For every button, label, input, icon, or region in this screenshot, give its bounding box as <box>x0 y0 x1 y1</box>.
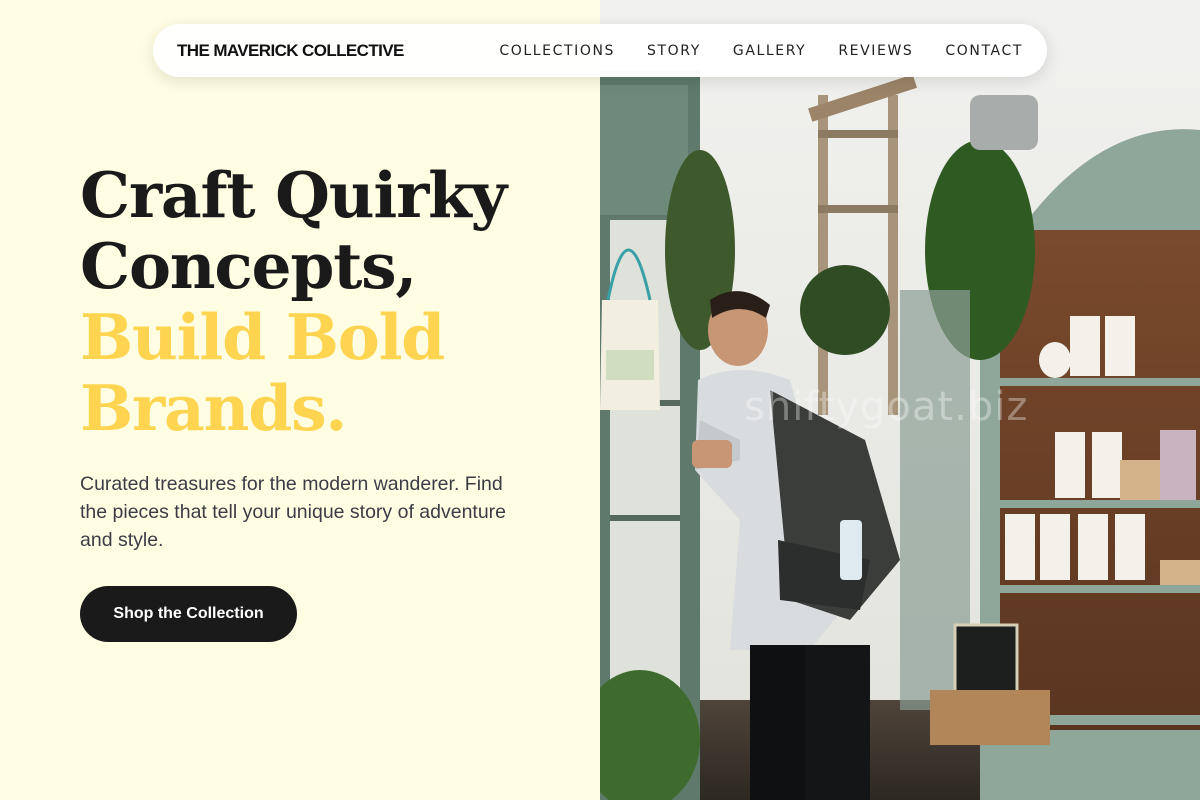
image-watermark: shiftygoat.biz <box>744 384 1029 430</box>
nav-menu: COLLECTIONS STORY GALLERY REVIEWS CONTAC… <box>499 43 1023 59</box>
nav-link-collections[interactable]: COLLECTIONS <box>499 43 615 59</box>
brand-logo[interactable]: THE MAVERICK COLLECTIVE <box>177 41 404 61</box>
headline-line-3: Build Bold <box>80 300 445 374</box>
shop-collection-button[interactable]: Shop the Collection <box>80 586 297 642</box>
headline-line-4: Brands. <box>80 371 347 445</box>
top-navbar: THE MAVERICK COLLECTIVE COLLECTIONS STOR… <box>153 24 1047 77</box>
headline-line-2: Concepts, <box>80 229 417 303</box>
nav-link-reviews[interactable]: REVIEWS <box>838 43 913 59</box>
nav-link-contact[interactable]: CONTACT <box>945 43 1023 59</box>
nav-link-story[interactable]: STORY <box>647 43 701 59</box>
hero-headline: Craft Quirky Concepts, Build Bold Brands… <box>80 158 507 445</box>
nav-link-gallery[interactable]: GALLERY <box>733 43 806 59</box>
headline-line-1: Craft Quirky <box>80 158 507 232</box>
hero-subtext: Curated treasures for the modern wandere… <box>80 473 507 551</box>
